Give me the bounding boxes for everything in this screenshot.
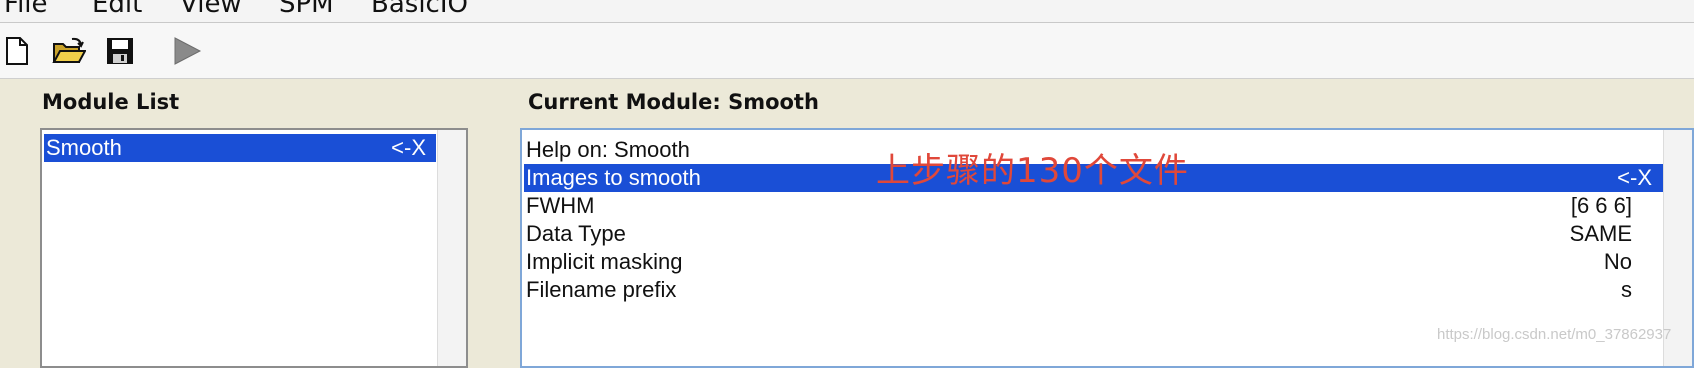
save-icon[interactable] xyxy=(105,36,135,66)
module-list-title: Module List xyxy=(42,90,180,114)
list-item[interactable]: FWHM [6 6 6] xyxy=(524,192,1664,220)
list-item[interactable]: Filename prefix s xyxy=(524,276,1664,304)
new-file-icon[interactable] xyxy=(2,36,32,66)
list-item-value: [6 6 6] xyxy=(1570,193,1632,218)
list-item-label: Data Type xyxy=(526,221,626,246)
list-item-label: Help on: Smooth xyxy=(526,137,690,162)
list-item-label: Implicit masking xyxy=(526,249,683,274)
menu-view[interactable]: View xyxy=(180,0,242,19)
list-item-value: SAME xyxy=(1569,221,1632,246)
annotation-text: 上步骤的130个文件 xyxy=(876,151,1189,191)
list-item-label: Images to smooth xyxy=(526,165,701,190)
watermark: https://blog.csdn.net/m0_37862937 xyxy=(1437,326,1672,343)
current-module-title: Current Module: Smooth xyxy=(528,90,819,114)
open-folder-icon[interactable] xyxy=(52,36,87,66)
list-item-label: Filename prefix xyxy=(526,277,677,302)
menu-basicio[interactable]: BasicIO xyxy=(371,0,468,19)
list-item-value: <-X xyxy=(1617,165,1652,190)
menu-spm[interactable]: SPM xyxy=(279,0,334,19)
menu-bar: File Edit View SPM BasicIO xyxy=(0,0,1694,23)
toolbar xyxy=(0,23,1694,79)
module-list-panel[interactable]: Smooth <-X xyxy=(40,128,468,368)
list-item-label: FWHM xyxy=(526,193,595,218)
list-item[interactable]: Data Type SAME xyxy=(524,220,1664,248)
module-list-scrollbar[interactable] xyxy=(437,130,466,366)
list-item-value: s xyxy=(1621,277,1632,302)
list-item-value: <-X xyxy=(391,135,426,160)
menu-edit[interactable]: Edit xyxy=(92,0,142,19)
list-item[interactable]: Implicit masking No xyxy=(524,248,1664,276)
list-item[interactable]: Smooth <-X xyxy=(44,134,436,162)
list-item-label: Smooth xyxy=(46,135,122,160)
menu-file[interactable]: File xyxy=(4,0,48,19)
list-item-value: No xyxy=(1603,249,1632,274)
run-icon[interactable] xyxy=(172,36,202,66)
